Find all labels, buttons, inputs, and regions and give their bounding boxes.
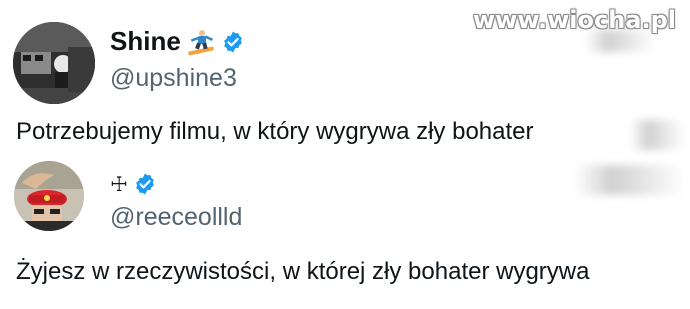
author-handle[interactable]: @upshine3 (110, 64, 237, 93)
verified-badge-icon (223, 31, 242, 52)
author-avatar-image (13, 22, 95, 104)
reply-author-name[interactable]: ☩ (110, 172, 128, 196)
reply-author-avatar[interactable] (14, 161, 84, 231)
blurred-region-mid (575, 165, 685, 195)
verified-badge-icon (136, 173, 154, 195)
author-name[interactable]: Shine (110, 26, 181, 57)
blurred-region-top (585, 30, 655, 52)
reply-author-avatar-image (14, 161, 84, 231)
reply-author-handle[interactable]: @reeceollld (110, 203, 242, 232)
tweet-text: Potrzebujemy filmu, w który wygrywa zły … (16, 118, 534, 145)
author-avatar[interactable] (13, 22, 95, 104)
snowboarder-icon (188, 29, 214, 55)
reply-text: Żyjesz w rzeczywistości, w której zły bo… (16, 258, 590, 285)
blurred-region-bottom (630, 120, 685, 150)
